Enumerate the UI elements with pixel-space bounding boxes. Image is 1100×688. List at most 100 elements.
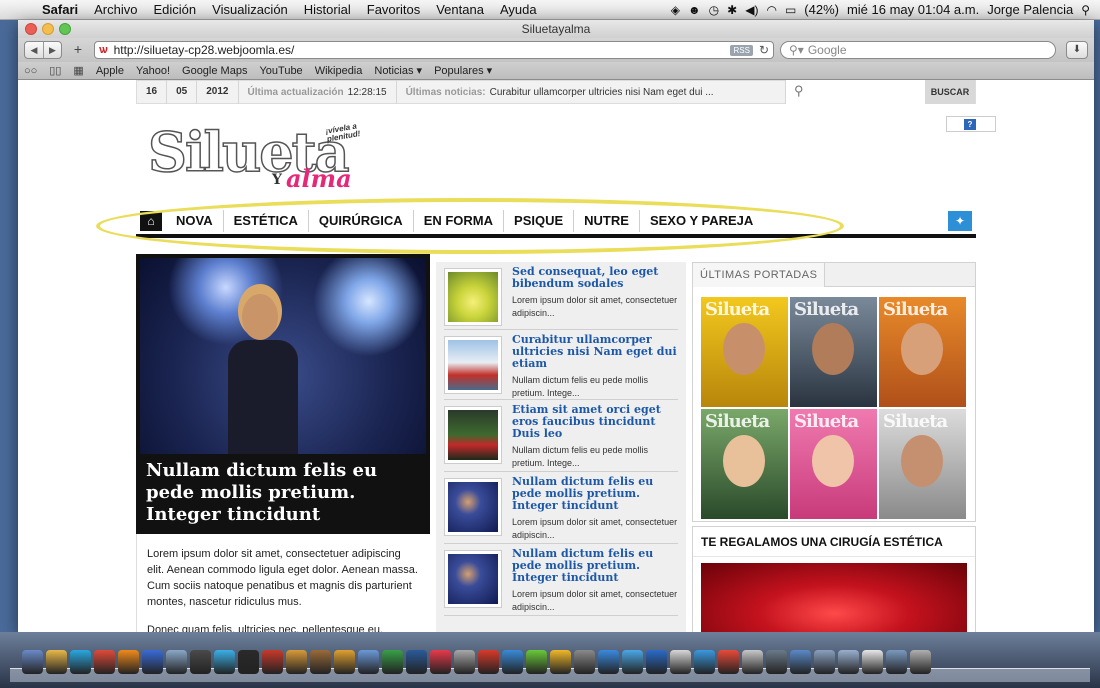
dock-app-icon[interactable] <box>214 650 235 674</box>
minimize-window-button[interactable] <box>42 23 54 35</box>
bookmark-noticias[interactable]: Noticias ▾ <box>374 64 422 77</box>
list-item[interactable]: Curabitur ullamcorper ultricies nisi Nam… <box>444 330 678 400</box>
menubar-clock[interactable]: mié 16 may 01:04 a.m. <box>847 2 979 17</box>
dock-app-icon[interactable] <box>838 650 859 674</box>
dock-app-icon[interactable] <box>478 650 499 674</box>
article-thumbnail[interactable] <box>444 268 502 326</box>
magazine-cover[interactable]: Silueta <box>701 409 788 519</box>
article-title[interactable]: Sed consequat, leo eget bibendum sodales <box>512 266 682 290</box>
bookmark-youtube[interactable]: YouTube <box>259 65 302 77</box>
nav-item-quirurgica[interactable]: QUIRÚRGICA <box>309 210 414 232</box>
forward-button[interactable]: ▶ <box>43 42 61 58</box>
time-machine-icon[interactable]: ◷ <box>709 3 719 17</box>
bookmark-yahoo[interactable]: Yahoo! <box>136 65 170 77</box>
dock-app-icon[interactable] <box>454 650 475 674</box>
menu-favoritos[interactable]: Favoritos <box>359 2 428 17</box>
address-bar[interactable]: ѡ http://siluetay-cp28.webjoomla.es/ RSS… <box>94 41 774 59</box>
buscar-button[interactable]: BUSCAR <box>925 80 975 104</box>
home-icon[interactable]: ⌂ <box>140 211 162 231</box>
dock-app-icon[interactable] <box>790 650 811 674</box>
downloads-button[interactable]: ⬇ <box>1066 41 1088 59</box>
article-thumbnail[interactable] <box>444 478 502 536</box>
spotlight-icon[interactable]: ⚲ <box>1081 3 1090 17</box>
google-search-field[interactable]: ⚲▾ Google <box>780 41 1056 59</box>
nav-item-en-forma[interactable]: EN FORMA <box>414 210 505 232</box>
article-title[interactable]: Curabitur ullamcorper ultricies nisi Nam… <box>512 334 682 370</box>
bookmarks-book-icon[interactable]: ▯▯ <box>49 64 61 77</box>
dock-app-icon[interactable] <box>766 650 787 674</box>
article-thumbnail[interactable] <box>444 336 502 394</box>
dock-app-icon[interactable] <box>118 650 139 674</box>
help-icon[interactable]: ? <box>964 119 976 130</box>
back-button[interactable]: ◀ <box>25 42 43 58</box>
dock-app-icon[interactable] <box>622 650 643 674</box>
bookmark-google-maps[interactable]: Google Maps <box>182 65 247 77</box>
dropbox-icon[interactable]: ◈ <box>671 3 680 17</box>
list-item[interactable]: Nullam dictum felis eu pede mollis preti… <box>444 472 678 544</box>
reading-list-icon[interactable]: ○○ <box>24 65 37 77</box>
reload-icon[interactable]: ↻ <box>759 43 769 57</box>
dock-app-icon[interactable] <box>22 650 43 674</box>
article-thumbnail[interactable] <box>444 406 502 464</box>
dock-app-icon[interactable] <box>694 650 715 674</box>
dock-app-icon[interactable] <box>406 650 427 674</box>
menubar-user[interactable]: Jorge Palencia <box>987 2 1073 17</box>
dock-app-icon[interactable] <box>46 650 67 674</box>
dock-app-icon[interactable] <box>910 650 931 674</box>
dock-app-icon[interactable] <box>646 650 667 674</box>
dock-app-icon[interactable] <box>94 650 115 674</box>
menu-visualizacion[interactable]: Visualización <box>204 2 296 17</box>
zoom-window-button[interactable] <box>59 23 71 35</box>
cirugia-promo-widget[interactable]: TE REGALAMOS UNA CIRUGÍA ESTÉTICA <box>692 526 976 632</box>
dock-app-icon[interactable] <box>742 650 763 674</box>
dock-app-icon[interactable] <box>238 650 259 674</box>
bookmark-wikipedia[interactable]: Wikipedia <box>315 65 363 77</box>
hero-headline[interactable]: Nullam dictum felis eu pede mollis preti… <box>146 460 422 526</box>
menu-ventana[interactable]: Ventana <box>428 2 492 17</box>
dock-app-icon[interactable] <box>598 650 619 674</box>
site-logo[interactable]: Silueta Y alma ¡vívela a plenitud! <box>147 119 388 198</box>
dock-app-icon[interactable] <box>334 650 355 674</box>
site-search-input[interactable]: ⚲ <box>785 80 925 104</box>
nav-item-sexo-y-pareja[interactable]: SEXO Y PAREJA <box>640 210 763 232</box>
top-sites-grid-icon[interactable]: ▦ <box>73 64 83 77</box>
dock-app-icon[interactable] <box>574 650 595 674</box>
list-item[interactable]: Etiam sit amet orci eget eros faucibus t… <box>444 400 678 472</box>
magazine-cover[interactable]: Silueta <box>879 297 966 407</box>
dock-app-icon[interactable] <box>670 650 691 674</box>
volume-icon[interactable]: ◀) <box>745 3 758 17</box>
dock-app-icon[interactable] <box>358 650 379 674</box>
rss-button[interactable]: RSS <box>730 44 753 56</box>
promo-image[interactable] <box>701 563 967 632</box>
magazine-cover[interactable]: Silueta <box>879 409 966 519</box>
bluetooth-icon[interactable]: ✱ <box>727 3 737 17</box>
nav-item-nutre[interactable]: NUTRE <box>574 210 640 232</box>
article-title[interactable]: Nullam dictum felis eu pede mollis preti… <box>512 476 682 512</box>
menu-app[interactable]: Safari <box>34 2 86 17</box>
add-bookmark-button[interactable]: + <box>68 41 88 59</box>
dock-app-icon[interactable] <box>502 650 523 674</box>
dock-app-icon[interactable] <box>550 650 571 674</box>
magazine-cover[interactable]: Silueta <box>790 409 877 519</box>
magazine-cover[interactable]: Silueta <box>790 297 877 407</box>
menu-historial[interactable]: Historial <box>296 2 359 17</box>
menu-edicion[interactable]: Edición <box>146 2 205 17</box>
dock-app-icon[interactable] <box>718 650 739 674</box>
dock-app-icon[interactable] <box>286 650 307 674</box>
dock-app-icon[interactable] <box>814 650 835 674</box>
dock-app-icon[interactable] <box>166 650 187 674</box>
menu-archivo[interactable]: Archivo <box>86 2 145 17</box>
nav-item-estetica[interactable]: ESTÉTICA <box>224 210 309 232</box>
dock-app-icon[interactable] <box>190 650 211 674</box>
dock-app-icon[interactable] <box>310 650 331 674</box>
battery-icon[interactable]: ▭ <box>785 3 796 17</box>
article-title[interactable]: Nullam dictum felis eu pede mollis preti… <box>512 548 682 584</box>
messenger-icon[interactable]: ☻ <box>688 3 701 17</box>
dock-app-icon[interactable] <box>430 650 451 674</box>
hero-feature[interactable]: Nullam dictum felis eu pede mollis preti… <box>136 254 430 534</box>
article-thumbnail[interactable] <box>444 550 502 608</box>
hero-singer-photo[interactable] <box>140 258 426 454</box>
help-widget[interactable]: ? <box>946 116 996 132</box>
dock-app-icon[interactable] <box>526 650 547 674</box>
dock-app-icon[interactable] <box>862 650 883 674</box>
